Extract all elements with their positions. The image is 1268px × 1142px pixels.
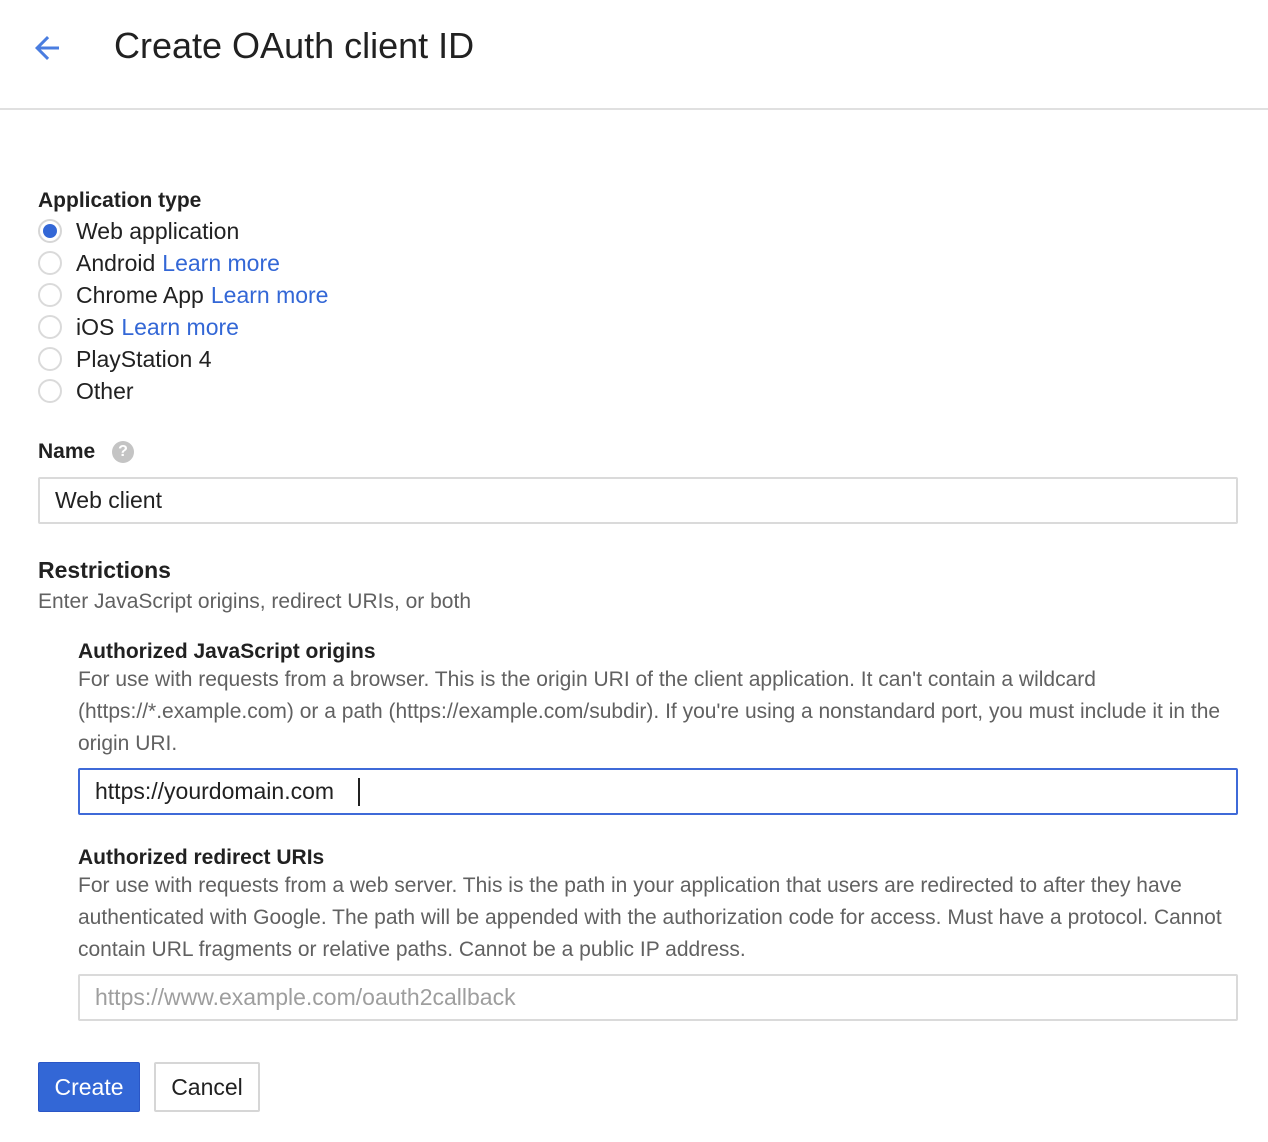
name-input[interactable] [38,477,1238,524]
redirect-uris-label: Authorized redirect URIs [78,846,325,869]
create-button[interactable]: Create [38,1062,140,1112]
radio-button-checked[interactable] [38,219,62,243]
js-origins-label: Authorized JavaScript origins [78,640,376,663]
js-origins-input[interactable] [78,768,1238,815]
learn-more-link-ios[interactable]: Learn more [121,314,239,341]
back-button[interactable] [24,26,70,70]
radio-option-label: Other [76,377,134,404]
cancel-button[interactable]: Cancel [154,1062,260,1112]
radio-button[interactable] [38,315,62,339]
redirect-uris-input[interactable] [78,974,1238,1021]
radio-button[interactable] [38,379,62,403]
radio-option-label: Web application [76,217,240,244]
radio-button[interactable] [38,251,62,275]
js-origins-description: For use with requests from a browser. Th… [78,668,1221,755]
learn-more-link-android[interactable]: Learn more [162,250,280,277]
learn-more-link-chrome-app[interactable]: Learn more [211,282,329,309]
page-header: Create OAuth client ID [0,0,1268,110]
application-type-label: Application type [38,189,202,212]
radio-button[interactable] [38,283,62,307]
radio-option-playstation-4[interactable]: PlayStation 4 [38,343,212,375]
radio-option-label: Chrome App [76,281,204,308]
radio-option-android[interactable]: Android Learn more [38,247,280,279]
page-title: Create OAuth client ID [114,25,475,66]
radio-button[interactable] [38,347,62,371]
radio-option-ios[interactable]: iOS Learn more [38,311,239,343]
restrictions-title: Restrictions [38,557,171,583]
name-label: Name [38,440,96,463]
arrow-back-icon [35,36,59,60]
radio-option-label: iOS [76,313,115,340]
help-icon[interactable]: ? [112,441,134,463]
radio-option-label: Android [76,249,156,276]
radio-option-web-application[interactable]: Web application [38,215,239,247]
radio-option-other[interactable]: Other [38,375,134,407]
restrictions-subtitle: Enter JavaScript origins, redirect URIs,… [38,590,472,613]
text-cursor [358,778,360,806]
redirect-uris-description: For use with requests from a web server.… [78,874,1222,961]
radio-option-label: PlayStation 4 [76,345,212,372]
radio-option-chrome-app[interactable]: Chrome App Learn more [38,279,328,311]
